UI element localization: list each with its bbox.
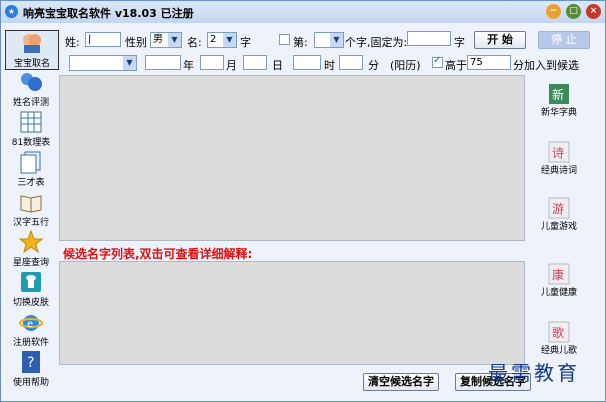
baby-icon [23, 34, 41, 53]
fixed-position-label: 第: [293, 36, 308, 49]
close-button[interactable]: × [586, 4, 601, 19]
song-icon: 歌 [548, 321, 570, 343]
sidebar: 宝宝取名 姓名评测 81数理表 三才表 汉字五行 星座查询 切换皮肤 e 注册软… [1, 23, 59, 401]
right-item-poetry[interactable]: 诗 经典诗词 [527, 141, 591, 176]
start-button[interactable]: 开 始 [474, 31, 526, 49]
minimize-button[interactable]: − [546, 4, 561, 19]
right-item-health[interactable]: 康 儿童健康 [527, 263, 591, 298]
sidebar-item-label: 星座查询 [12, 258, 49, 268]
sidebar-item-constellation[interactable]: 星座查询 [5, 230, 57, 268]
sidebar-item-81-table[interactable]: 81数理表 [5, 110, 57, 148]
chevron-down-icon: ▼ [123, 56, 136, 70]
year-input[interactable] [145, 55, 181, 70]
title-bar: ★ 响亮宝宝取名软件 v18.03 已注册 − □ × [1, 1, 605, 23]
day-label: 日 [272, 59, 283, 72]
right-item-game[interactable]: 游 儿童游戏 [527, 197, 591, 232]
name-length-label: 名: [187, 36, 202, 49]
sidebar-item-label: 宝宝取名 [13, 59, 50, 69]
year-label: 年 [183, 59, 194, 72]
sidebar-item-label: 三才表 [17, 178, 45, 188]
svg-text:歌: 歌 [552, 325, 564, 340]
sidebar-item-five-elements[interactable]: 汉字五行 [5, 190, 57, 228]
month-label: 月 [226, 59, 237, 72]
svg-text:e: e [27, 319, 33, 330]
fixed-char-unit: 字 [454, 36, 465, 49]
right-item-songs[interactable]: 歌 经典儿歌 [527, 321, 591, 356]
right-item-label: 儿童健康 [540, 288, 577, 298]
right-item-label: 经典诗词 [540, 166, 577, 176]
gender-value: 男 [153, 34, 163, 45]
chevron-down-icon: ▼ [330, 33, 343, 47]
clear-candidates-button[interactable]: 清空候选名字 [363, 373, 439, 391]
name-length-select[interactable]: 2 ▼ [207, 32, 237, 48]
star-icon [19, 230, 43, 254]
sidebar-item-register[interactable]: e 注册软件 [5, 310, 57, 348]
maximize-button[interactable]: □ [566, 4, 581, 19]
sidebar-item-label: 姓名评测 [12, 98, 49, 108]
svg-text:康: 康 [552, 267, 564, 282]
region-select[interactable]: ▼ [69, 55, 137, 71]
game-icon: 游 [548, 197, 570, 219]
surname-label: 姓: [65, 36, 80, 49]
gender-select[interactable]: 男 ▼ [150, 32, 182, 48]
chevron-down-icon: ▼ [223, 33, 236, 47]
candidate-list-title: 候选名字列表,双击可查看详细解释: [63, 247, 253, 261]
day-input[interactable] [243, 55, 267, 70]
minute-input[interactable] [339, 55, 363, 70]
main-window: ★ 响亮宝宝取名软件 v18.03 已注册 − □ × 宝宝取名 姓名评测 81… [0, 0, 606, 402]
help-icon: ? [22, 351, 40, 373]
window-title: 响亮宝宝取名软件 v18.03 已注册 [23, 7, 194, 20]
score-suffix-label: 分加入到候选 [513, 59, 579, 72]
fixed-char-checkbox[interactable] [279, 34, 290, 45]
right-item-label: 新华字典 [540, 108, 577, 118]
sidebar-item-help[interactable]: ? 使用帮助 [5, 350, 57, 388]
candidate-list[interactable] [59, 261, 525, 365]
shirt-icon [21, 272, 41, 292]
table-icon [20, 111, 42, 133]
name-length-value: 2 [210, 34, 217, 45]
bubbles-icon [21, 73, 42, 91]
app-icon: ★ [5, 5, 18, 18]
dictionary-icon: 新 [549, 84, 569, 104]
right-item-label: 经典儿歌 [540, 346, 577, 356]
sidebar-item-label: 汉字五行 [12, 218, 49, 228]
right-item-dictionary[interactable]: 新 新华字典 [527, 83, 591, 118]
result-area[interactable] [59, 75, 525, 241]
month-input[interactable] [200, 55, 224, 70]
svg-text:诗: 诗 [552, 146, 564, 160]
fixed-value-label: 个字,固定为: [345, 36, 408, 49]
health-icon: 康 [548, 263, 570, 285]
sidebar-item-skin[interactable]: 切换皮肤 [5, 270, 57, 308]
stop-button[interactable]: 停 止 [538, 31, 590, 49]
svg-text:游: 游 [552, 202, 564, 216]
svg-text:?: ? [27, 355, 34, 371]
fixed-char-input[interactable] [407, 31, 451, 46]
sidebar-item-sancai[interactable]: 三才表 [5, 150, 57, 188]
ie-icon: e [19, 315, 43, 331]
sidebar-item-label: 切换皮肤 [12, 298, 49, 308]
hour-label: 时 [324, 59, 335, 72]
sidebar-item-name-test[interactable]: 姓名评测 [5, 70, 57, 108]
sidebar-item-label: 注册软件 [12, 338, 49, 348]
poetry-icon: 诗 [548, 141, 570, 163]
fixed-position-select[interactable]: ▼ [314, 32, 344, 48]
sidebar-item-baby-name[interactable]: 宝宝取名 [5, 30, 59, 70]
chevron-down-icon: ▼ [168, 33, 181, 47]
pages-icon [20, 151, 41, 174]
svg-text:新: 新 [552, 87, 564, 102]
surname-input[interactable]: | [85, 32, 121, 47]
score-threshold-input[interactable]: 75 [467, 55, 511, 70]
calendar-label: (阳历) [390, 59, 421, 72]
name-unit-label: 字 [240, 36, 251, 49]
hour-input[interactable] [293, 55, 321, 70]
right-item-label: 儿童游戏 [540, 222, 577, 232]
sidebar-item-label: 使用帮助 [12, 378, 49, 388]
sidebar-item-label: 81数理表 [11, 138, 51, 148]
book-icon [20, 195, 42, 213]
score-filter-checkbox[interactable] [432, 55, 443, 68]
gender-label: 性别 [125, 36, 147, 49]
score-higher-label: 高于 [445, 59, 467, 72]
minute-label: 分 [368, 59, 379, 72]
watermark: 最需教育 [488, 361, 580, 385]
